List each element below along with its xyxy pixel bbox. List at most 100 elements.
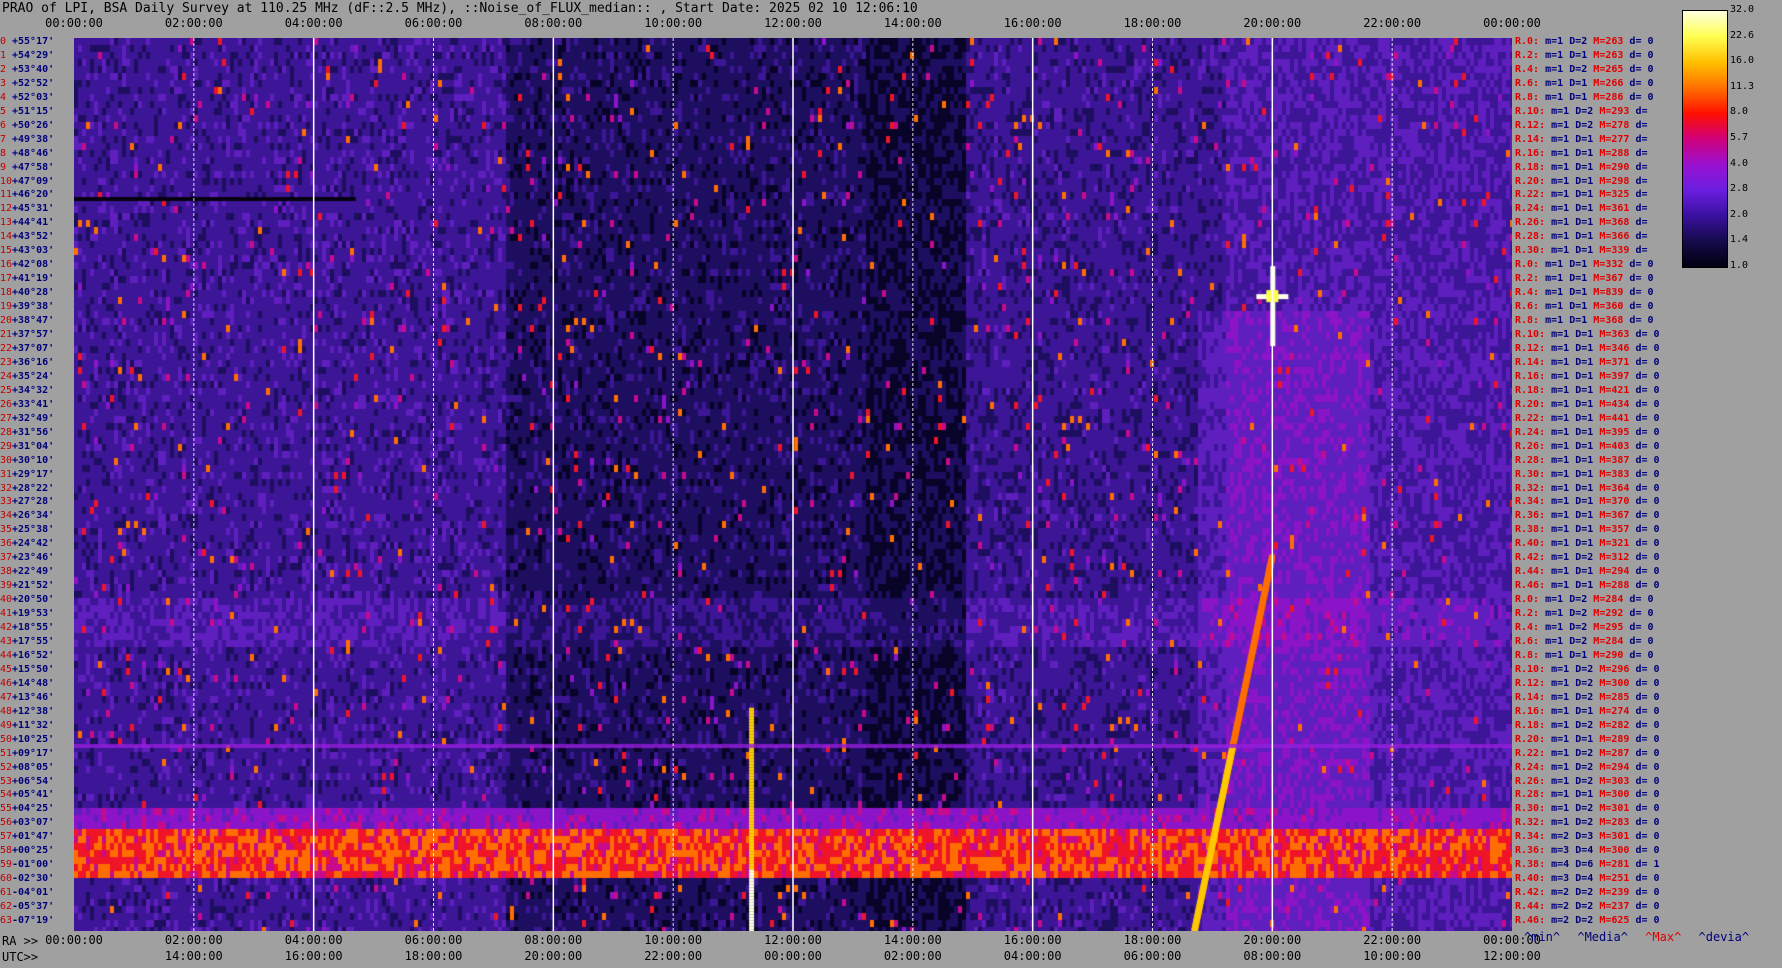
top-tick: 00:00:00 bbox=[1483, 16, 1541, 30]
stat-field: R.10: bbox=[1515, 329, 1546, 341]
stat-row: R.44: m=2 D=2 M=237 d= 0 bbox=[1515, 900, 1660, 914]
stat-field: m=1 bbox=[1545, 329, 1570, 341]
dec-value: +34°32' bbox=[12, 384, 55, 396]
stat-field: d= 0 bbox=[1629, 691, 1660, 703]
stat-field: D=1 bbox=[1569, 705, 1594, 717]
stat-field: M=434 bbox=[1593, 398, 1630, 410]
stat-field: D=1 bbox=[1569, 189, 1594, 201]
stat-field: D=2 bbox=[1569, 901, 1594, 913]
stat-row: R.12: m=1 D=1 M=346 d= 0 bbox=[1515, 342, 1660, 356]
top-tick: 16:00:00 bbox=[1003, 16, 1062, 30]
row-index: 37 bbox=[0, 552, 13, 564]
stat-row: R.34: m=1 D=1 M=370 d= 0 bbox=[1515, 495, 1660, 509]
dec-label: 49+11°32' bbox=[0, 719, 74, 733]
stat-field: D=2 bbox=[1569, 775, 1594, 787]
stats-legend: ^min^ ^Media^ ^Max^ ^devia^ bbox=[1524, 930, 1759, 944]
dec-label: 25+34°32' bbox=[0, 384, 74, 398]
stat-field: m=1 bbox=[1539, 649, 1564, 661]
stat-field: m=2 bbox=[1545, 915, 1570, 927]
stat-row: R.26: m=1 D=2 M=303 d= 0 bbox=[1515, 775, 1660, 789]
colorbar-tick: 2.8 bbox=[1730, 183, 1749, 195]
stat-field: M=421 bbox=[1593, 384, 1630, 396]
dec-value: +35°24' bbox=[12, 370, 55, 382]
stat-field: D=1 bbox=[1563, 649, 1588, 661]
stat-row: R.34: m=2 D=3 M=301 d= 0 bbox=[1515, 830, 1660, 844]
row-index: 38 bbox=[0, 566, 13, 578]
dec-value: +38°47' bbox=[12, 315, 55, 327]
colorbar-tick: 2.0 bbox=[1730, 208, 1749, 220]
dec-label: 37+23°46' bbox=[0, 551, 74, 565]
dec-value: +39°38' bbox=[12, 301, 55, 313]
dec-label: 55+04°25' bbox=[0, 802, 74, 816]
row-index: 45 bbox=[0, 663, 13, 675]
stat-field: D=1 bbox=[1569, 412, 1594, 424]
dec-value: +17°55' bbox=[12, 635, 55, 647]
dec-value: +26°34' bbox=[12, 510, 55, 522]
dec-value: +37°57' bbox=[12, 329, 55, 341]
stat-field: D=2 bbox=[1563, 36, 1588, 47]
stat-field: M=266 bbox=[1587, 77, 1624, 89]
dec-label: 3 +52°52' bbox=[0, 77, 74, 91]
row-index: 48 bbox=[0, 705, 13, 717]
dec-label: 34+26°34' bbox=[0, 509, 74, 523]
row-index: 28 bbox=[0, 426, 13, 438]
stat-field: d= 0 bbox=[1629, 831, 1660, 843]
dec-value: +36°16' bbox=[12, 356, 55, 368]
stat-field: R.28: bbox=[1515, 789, 1546, 801]
stat-field: M=290 bbox=[1587, 649, 1624, 661]
dec-value: +01°47' bbox=[12, 831, 55, 843]
stat-field: M=839 bbox=[1587, 287, 1624, 299]
stat-field: d= 0 bbox=[1629, 845, 1660, 857]
stat-field: R.6: bbox=[1515, 77, 1540, 89]
stat-field: m=1 bbox=[1539, 315, 1564, 327]
dec-label: 54+05°41' bbox=[0, 788, 74, 802]
colorbar-tick: 22.6 bbox=[1730, 29, 1755, 41]
dec-label: 30+30°10' bbox=[0, 454, 74, 468]
stat-field: M=287 bbox=[1593, 747, 1630, 759]
dec-label: 57+01°47' bbox=[0, 830, 74, 844]
dec-value: +31°56' bbox=[12, 426, 55, 438]
stat-field: M=346 bbox=[1593, 342, 1630, 354]
utc-tick: 02:00:00 bbox=[883, 949, 942, 963]
dec-label: 62-05°37' bbox=[0, 900, 74, 914]
stat-row: R.8: m=1 D=1 M=290 d= 0 bbox=[1515, 649, 1654, 663]
stat-row: R.16: m=1 D=1 M=274 d= 0 bbox=[1515, 705, 1660, 719]
dec-value: +55°17' bbox=[12, 36, 55, 47]
row-index: 9 bbox=[0, 161, 7, 173]
stat-field: d= 0 bbox=[1629, 412, 1660, 424]
stat-field: m=1 bbox=[1545, 761, 1570, 773]
stat-field: D=1 bbox=[1569, 203, 1594, 215]
stat-field: d= 0 bbox=[1623, 649, 1654, 661]
stat-field: D=1 bbox=[1563, 49, 1588, 61]
row-index: 18 bbox=[0, 287, 13, 299]
stat-field: d= bbox=[1629, 119, 1648, 131]
stat-field: R.30: bbox=[1515, 245, 1546, 257]
row-index: 42 bbox=[0, 622, 13, 634]
stat-row: R.42: m=1 D=2 M=312 d= 0 bbox=[1515, 551, 1660, 565]
stat-field: D=2 bbox=[1569, 552, 1594, 564]
stat-field: m=1 bbox=[1545, 733, 1570, 745]
stat-field: D=1 bbox=[1569, 468, 1594, 480]
stat-field: m=1 bbox=[1545, 454, 1570, 466]
stat-field: D=1 bbox=[1563, 273, 1588, 285]
ra-tick: 14:00:00 bbox=[883, 933, 942, 947]
stat-field: M=263 bbox=[1587, 36, 1624, 47]
stat-field: M=282 bbox=[1593, 719, 1630, 731]
row-index: 22 bbox=[0, 342, 13, 354]
stat-field: d= 0 bbox=[1629, 370, 1660, 382]
dec-value: +24°42' bbox=[12, 538, 55, 550]
stat-field: M=361 bbox=[1593, 203, 1630, 215]
stat-field: m=1 bbox=[1545, 245, 1570, 257]
stat-field: D=1 bbox=[1569, 426, 1594, 438]
dec-label: 7 +49°38' bbox=[0, 133, 74, 147]
stat-field: M=277 bbox=[1593, 133, 1630, 145]
dec-label: 14+43°52' bbox=[0, 230, 74, 244]
stat-row: R.0: m=1 D=2 M=284 d= 0 bbox=[1515, 593, 1654, 607]
utc-tick: 22:00:00 bbox=[644, 949, 703, 963]
stat-field: D=1 bbox=[1569, 133, 1594, 145]
stat-field: d= 0 bbox=[1629, 426, 1660, 438]
stat-field: d= 0 bbox=[1629, 580, 1660, 592]
dec-value: +00°25' bbox=[12, 845, 55, 857]
dec-value: +30°10' bbox=[12, 454, 55, 466]
ra-tick: 20:00:00 bbox=[1243, 933, 1302, 947]
